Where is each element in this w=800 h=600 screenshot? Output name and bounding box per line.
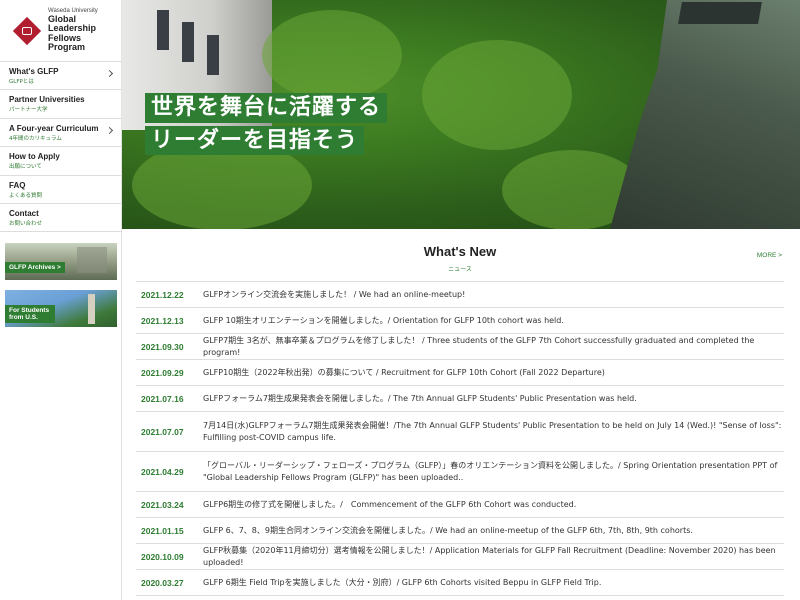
hero-line: 世界を舞台に活躍する xyxy=(145,93,388,123)
banner-label: GLFP Archives > xyxy=(5,261,65,273)
news-date: 2021.12.13 xyxy=(141,315,184,326)
nav-item-contact[interactable]: Contact お問い合わせ xyxy=(0,204,121,233)
hero-tagline: 世界を舞台に活躍する リーダーを目指そう xyxy=(145,93,388,155)
foliage xyxy=(262,10,402,100)
statue-cap xyxy=(678,2,762,24)
nav-sublabel: 4年間のカリキュラム xyxy=(9,135,62,142)
news-item[interactable]: 2020.10.09 GLFP秋募集（2020年11月締切分）選考情報を公開しま… xyxy=(136,544,784,570)
news-item[interactable]: 2021.07.16 GLFPフォーラム7期生成果発表会を開催しました。/ Th… xyxy=(136,386,784,412)
news-item[interactable]: 2021.01.15 GLFP 6、7、8、9期生合同オンライン交流会を開催しま… xyxy=(136,518,784,544)
nav-label: A Four-year Curriculum xyxy=(9,123,99,133)
news-text[interactable]: GLFPオンライン交流会を実施しました！ / We had an online-… xyxy=(197,289,465,301)
hero-window xyxy=(157,10,169,50)
news-text[interactable]: GLFP秋募集（2020年11月締切分）選考情報を公開しました！/ Applic… xyxy=(197,545,784,568)
news-date: 2021.01.15 xyxy=(141,525,184,536)
nav-label: How to Apply xyxy=(9,152,60,162)
site-logo[interactable]: Waseda University Global Leadership Fell… xyxy=(0,0,121,62)
logo-text: Waseda University Global Leadership Fell… xyxy=(48,8,98,52)
nav-label: Contact xyxy=(9,208,39,218)
statue-figure xyxy=(610,0,800,229)
news-text[interactable]: 「グローバル・リーダーシップ・フェローズ・プログラム（GLFP）」春のオリエンテ… xyxy=(197,460,784,483)
news-item[interactable]: 2021.09.30 GLFP7期生 3名が、無事卒業＆プログラムを修了しました… xyxy=(136,334,784,360)
nav-item-partner-universities[interactable]: Partner Universities パートナー大学 xyxy=(0,90,121,119)
nav-sublabel: パートナー大学 xyxy=(9,107,48,114)
logo-line: Program xyxy=(48,42,86,53)
news-text[interactable]: GLFP6期生の修了式を開催しました。/ Commencement of the… xyxy=(197,499,576,511)
for-students-us-banner[interactable]: For Students from U.S. xyxy=(5,290,117,327)
archives-photo xyxy=(77,247,107,273)
nav-label: Partner Universities xyxy=(9,95,85,105)
news-item[interactable]: 2020.03.27 GLFP 6期生 Field Tripを実施しました（大分… xyxy=(136,570,784,596)
news-date: 2020.03.27 xyxy=(141,577,184,588)
news-text[interactable]: GLFP 10期生オリエンテーションを開催しました。/ Orientation … xyxy=(197,315,564,327)
news-item[interactable]: 2021.09.29 GLFP10期生（2022年秋出発）の募集について / R… xyxy=(136,360,784,386)
news-date: 2021.07.07 xyxy=(141,426,184,437)
hero-window xyxy=(207,35,219,75)
news-title: What's New xyxy=(423,244,497,259)
nav-sublabel: お問い合わせ xyxy=(9,220,43,227)
news-item[interactable]: 2021.03.24 GLFP6期生の修了式を開催しました。/ Commence… xyxy=(136,492,784,518)
hero-window xyxy=(182,22,194,62)
waseda-logo-icon xyxy=(12,16,42,45)
news-date: 2021.07.16 xyxy=(141,393,184,404)
nav-item-how-to-apply[interactable]: How to Apply 出願について xyxy=(0,147,121,176)
news-text[interactable]: 7月14日(水)GLFPフォーラム7期生成果発表会開催！/The 7th Ann… xyxy=(197,420,784,443)
news-date: 2021.09.29 xyxy=(141,367,184,378)
news-item[interactable]: 2021.12.13 GLFP 10期生オリエンテーションを開催しました。/ O… xyxy=(136,308,784,334)
news-list: 2021.12.22 GLFPオンライン交流会を実施しました！ / We had… xyxy=(136,281,784,596)
glfp-archives-banner[interactable]: GLFP Archives > xyxy=(5,243,117,280)
hero-line: リーダーを目指そう xyxy=(145,125,365,155)
nav-item-curriculum[interactable]: A Four-year Curriculum 4年間のカリキュラム xyxy=(0,119,121,148)
news-date: 2021.03.24 xyxy=(141,499,184,510)
nav-label: FAQ xyxy=(9,180,26,190)
clock-tower-photo xyxy=(88,294,95,324)
whats-new-section: What's New ニュース MORE > 2021.12.22 GLFPオン… xyxy=(136,236,784,596)
foliage xyxy=(422,40,572,150)
news-date: 2021.12.22 xyxy=(141,289,184,300)
news-date: 2021.04.29 xyxy=(141,466,184,477)
news-text[interactable]: GLFPフォーラム7期生成果発表会を開催しました。/ The 7th Annua… xyxy=(197,393,637,405)
news-header: What's New ニュース MORE > xyxy=(136,236,784,281)
news-text[interactable]: GLFP7期生 3名が、無事卒業＆プログラムを修了しました！ / Three s… xyxy=(197,335,784,358)
nav-item-faq[interactable]: FAQ よくある質問 xyxy=(0,176,121,204)
news-text[interactable]: GLFP 6、7、8、9期生合同オンライン交流会を開催しました。/ We had… xyxy=(197,525,693,537)
news-item[interactable]: 2021.12.22 GLFPオンライン交流会を実施しました！ / We had… xyxy=(136,282,784,308)
news-text[interactable]: GLFP10期生（2022年秋出発）の募集について / Recruitment … xyxy=(197,367,605,379)
nav-sublabel: GLFPとは xyxy=(9,79,34,85)
sidebar: Waseda University Global Leadership Fell… xyxy=(0,0,122,600)
news-date: 2020.10.09 xyxy=(141,551,184,562)
nav-item-whats-glfp[interactable]: What's GLFP GLFPとは xyxy=(0,62,121,91)
nav-sublabel: よくある質問 xyxy=(9,192,43,199)
nav-sublabel: 出願について xyxy=(9,164,42,171)
news-item[interactable]: 2021.04.29 「グローバル・リーダーシップ・フェローズ・プログラム（GL… xyxy=(136,452,784,492)
news-date: 2021.09.30 xyxy=(141,341,184,352)
more-link[interactable]: MORE > xyxy=(757,252,782,259)
nav-label: What's GLFP xyxy=(9,67,59,76)
banner-label: For Students from U.S. xyxy=(5,304,55,323)
news-text[interactable]: GLFP 6期生 Field Tripを実施しました（大分・別府）/ GLFP … xyxy=(197,577,601,589)
news-subtitle: ニュース xyxy=(448,266,472,273)
news-item[interactable]: 2021.07.07 7月14日(水)GLFPフォーラム7期生成果発表会開催！/… xyxy=(136,412,784,452)
